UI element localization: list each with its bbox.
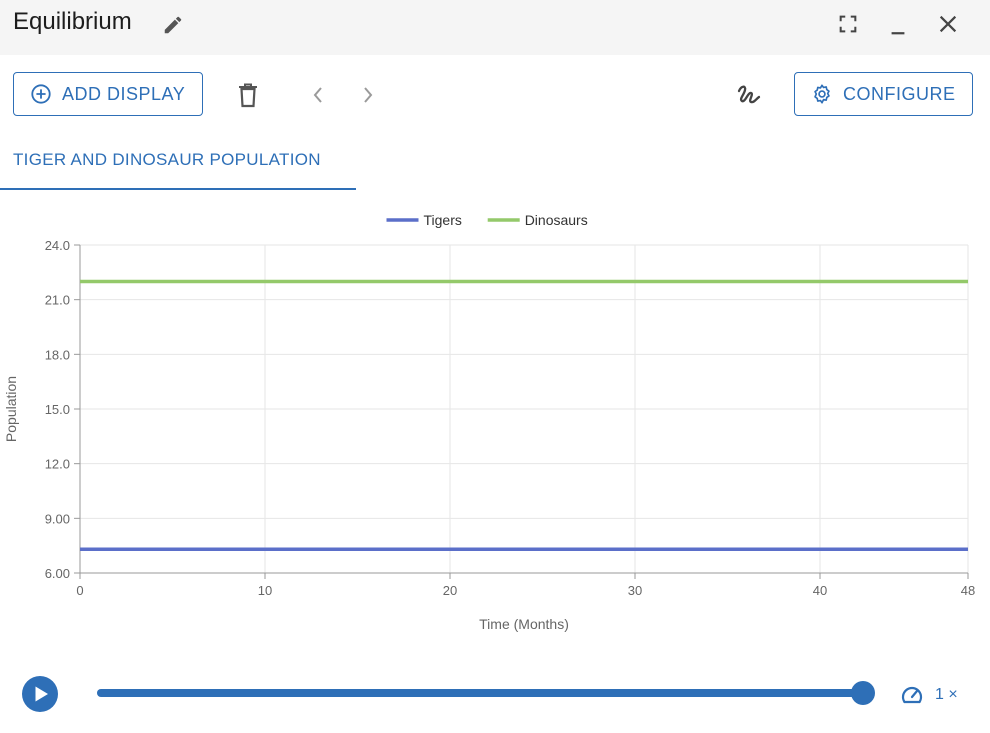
close-icon <box>939 15 957 33</box>
fullscreen-button[interactable] <box>834 10 862 38</box>
play-icon <box>22 676 58 712</box>
trash-icon <box>239 83 257 108</box>
x-tick-label: 0 <box>76 583 83 598</box>
minimize-icon <box>891 32 905 35</box>
add-display-label: ADD DISPLAY <box>62 83 186 104</box>
draw-button[interactable] <box>734 80 764 110</box>
tab-label: TIGER AND DINOSAUR POPULATION <box>13 150 321 169</box>
chevron-right-icon <box>364 87 373 103</box>
playback-slider[interactable] <box>97 681 875 705</box>
y-tick-label: 9.00 <box>45 511 70 526</box>
add-display-button[interactable]: ADD DISPLAY <box>13 72 203 116</box>
plus-circle-icon <box>31 84 51 104</box>
population-chart: 0 10 20 30 40 48 24.0 21.0 18.0 15.0 12.0 9.00 6.00 T… <box>3 212 975 632</box>
minimize-button[interactable] <box>884 10 912 40</box>
previous-button[interactable] <box>306 82 330 108</box>
tab-tiger-and-dinosaur-population[interactable]: TIGER AND DINOSAUR POPULATION <box>0 128 356 190</box>
edit-title-button[interactable] <box>160 12 186 38</box>
x-tick-label: 30 <box>628 583 642 598</box>
gear-icon <box>814 84 830 104</box>
y-tick-label: 24.0 <box>45 238 70 253</box>
x-tick-label: 40 <box>813 583 827 598</box>
title-bar: Equilibrium <box>0 0 990 55</box>
legend-label-dinosaurs: Dinosaurs <box>525 212 588 228</box>
x-tick-label: 10 <box>258 583 272 598</box>
legend-label-tigers: Tigers <box>424 212 462 228</box>
x-tick-label: 48 <box>961 583 975 598</box>
chevron-left-icon <box>313 87 322 103</box>
pencil-icon <box>164 16 182 34</box>
configure-button[interactable]: CONFIGURE <box>794 72 973 116</box>
x-axis-label: Time (Months) <box>479 616 569 632</box>
y-tick-label: 21.0 <box>45 293 70 308</box>
y-tick-label: 15.0 <box>45 402 70 417</box>
playback-slider-thumb[interactable] <box>851 681 875 705</box>
window-title: Equilibrium <box>13 8 132 35</box>
configure-label: CONFIGURE <box>843 83 956 104</box>
next-button[interactable] <box>356 82 380 108</box>
playback-slider-fill <box>97 689 863 697</box>
play-button[interactable] <box>22 676 58 712</box>
y-axis-label: Population <box>3 376 19 442</box>
speed-label[interactable]: 1 × <box>935 686 958 704</box>
y-tick-label: 6.00 <box>45 566 70 581</box>
y-tick-label: 12.0 <box>45 457 70 472</box>
x-tick-label: 20 <box>443 583 457 598</box>
squiggle-icon <box>737 85 761 104</box>
speed-button[interactable] <box>898 682 926 708</box>
close-button[interactable] <box>934 10 962 38</box>
speedometer-icon <box>901 686 923 704</box>
delete-button[interactable] <box>234 80 262 110</box>
fullscreen-icon <box>839 15 857 33</box>
y-tick-label: 18.0 <box>45 347 70 362</box>
